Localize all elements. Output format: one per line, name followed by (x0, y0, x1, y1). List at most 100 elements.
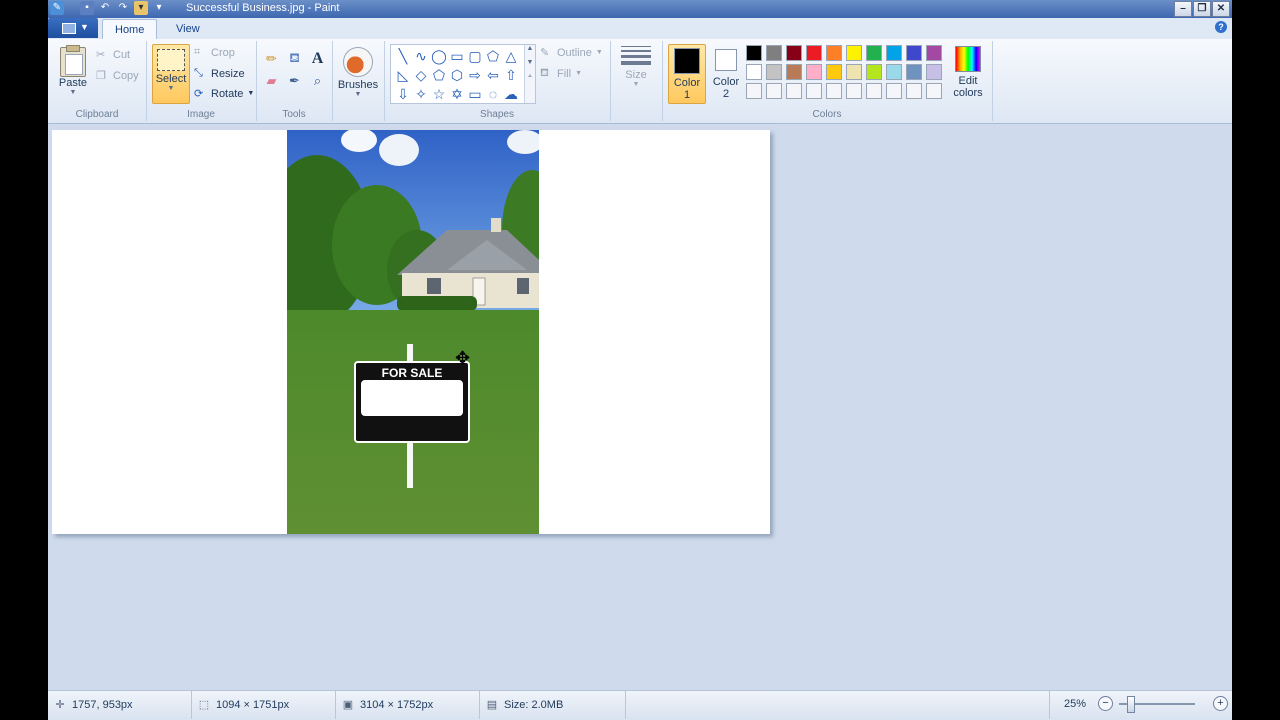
canvas-area[interactable]: FOR SALE ✥ (48, 124, 1232, 690)
zoom-slider[interactable] (1119, 695, 1195, 713)
palette-swatch[interactable] (766, 83, 782, 99)
drawing-canvas[interactable]: FOR SALE ✥ (52, 130, 770, 534)
rounded-rectangle-shape-icon[interactable]: ▢ (466, 47, 484, 65)
palette-swatch[interactable] (866, 83, 882, 99)
palette-swatch[interactable] (806, 64, 822, 80)
pencil-icon[interactable]: ✏ (262, 49, 281, 68)
five-point-star-shape-icon[interactable]: ☆ (430, 85, 448, 103)
up-arrow-shape-icon[interactable]: ⇧ (502, 66, 520, 84)
right-triangle-shape-icon[interactable]: ◺ (394, 66, 412, 84)
palette-swatch[interactable] (806, 45, 822, 61)
four-point-star-shape-icon[interactable]: ✧ (412, 85, 430, 103)
palette-swatch[interactable] (886, 64, 902, 80)
curve-shape-icon[interactable]: ∿ (412, 47, 430, 65)
diamond-shape-icon[interactable]: ◇ (412, 66, 430, 84)
palette-swatch[interactable] (926, 45, 942, 61)
palette-swatch[interactable] (906, 64, 922, 80)
oval-shape-icon[interactable]: ◯ (430, 47, 448, 65)
eraser-icon[interactable]: ▰ (262, 71, 281, 90)
zoom-slider-thumb[interactable] (1127, 695, 1135, 713)
select-button[interactable]: Select ▼ (152, 44, 190, 104)
cloud-callout-shape-icon[interactable]: ☁ (502, 85, 520, 103)
text-icon[interactable]: A (308, 49, 327, 68)
minimize-button[interactable]: – (1174, 1, 1192, 17)
palette-swatch[interactable] (786, 64, 802, 80)
palette-swatch[interactable] (866, 45, 882, 61)
palette-swatch[interactable] (806, 83, 822, 99)
brushes-label: Brushes (337, 79, 379, 91)
outline-button[interactable]: ✎ Outline ▼ (540, 46, 603, 60)
paste-button[interactable]: Paste ▼ (54, 44, 92, 96)
shapes-scroll[interactable]: ▲ ▼ ⩡ (524, 45, 535, 103)
zoom-in-button[interactable]: + (1213, 696, 1228, 711)
hexagon-shape-icon[interactable]: ⬡ (448, 66, 466, 84)
palette-swatch[interactable] (826, 45, 842, 61)
line-shape-icon[interactable]: ╲ (394, 47, 412, 65)
size-button[interactable]: Size ▼ (618, 44, 654, 88)
crop-button[interactable]: ⌗ Crop (194, 46, 235, 59)
palette-swatch[interactable] (766, 45, 782, 61)
palette-swatch[interactable] (826, 64, 842, 80)
cut-button[interactable]: ✂ Cut (96, 48, 130, 62)
palette-swatch[interactable] (826, 83, 842, 99)
palette-swatch[interactable] (786, 83, 802, 99)
cursor-position-text: 1757, 953px (72, 699, 133, 711)
polygon-shape-icon[interactable]: ⬠ (484, 47, 502, 65)
triangle-shape-icon[interactable]: △ (502, 47, 520, 65)
palette-swatch[interactable] (886, 45, 902, 61)
tab-home[interactable]: Home (102, 19, 158, 40)
palette-swatch[interactable] (886, 83, 902, 99)
image-size-text: 3104 × 1752px (360, 699, 434, 711)
palette-swatch[interactable] (786, 45, 802, 61)
six-point-star-shape-icon[interactable]: ✡ (448, 85, 466, 103)
crop-label: Crop (211, 46, 235, 59)
resize-label: Resize (211, 67, 245, 80)
down-arrow-shape-icon[interactable]: ⇩ (394, 85, 412, 103)
palette-swatch[interactable] (846, 83, 862, 99)
rotate-button[interactable]: ⟳ Rotate ▼ (194, 87, 254, 101)
redo-icon[interactable]: ↷ (116, 1, 130, 15)
tab-view[interactable]: View (164, 19, 212, 39)
palette-swatch[interactable] (926, 64, 942, 80)
edit-colors-button[interactable]: Edit colors (948, 44, 988, 99)
maximize-button[interactable]: ❐ (1193, 1, 1211, 17)
fill-bucket-icon[interactable]: ⛾ (285, 49, 304, 68)
palette-swatch[interactable] (906, 83, 922, 99)
palette-swatch[interactable] (746, 64, 762, 80)
palette-swatch[interactable] (746, 83, 762, 99)
shapes-group-label: Shapes (480, 109, 514, 120)
resize-button[interactable]: ⤡ Resize (194, 67, 245, 80)
save-icon[interactable]: ▪ (80, 1, 94, 15)
copy-button[interactable]: ❐ Copy (96, 69, 139, 83)
left-arrow-shape-icon[interactable]: ⇦ (484, 66, 502, 84)
oval-callout-shape-icon[interactable]: ◌ (484, 85, 502, 103)
zoom-out-button[interactable]: − (1098, 696, 1113, 711)
rotate-icon: ⟳ (194, 88, 204, 100)
customize-qat-icon[interactable]: ▾ (134, 1, 148, 15)
color-picker-icon[interactable]: ✒ (285, 71, 304, 90)
pentagon-shape-icon[interactable]: ⬠ (430, 66, 448, 84)
close-button[interactable]: ✕ (1212, 1, 1230, 17)
color1-button[interactable]: Color 1 (668, 44, 706, 104)
palette-swatch[interactable] (866, 64, 882, 80)
rectangle-shape-icon[interactable]: ▭ (448, 47, 466, 65)
magnifier-icon[interactable]: ⌕ (308, 71, 327, 90)
help-icon[interactable]: ? (1215, 21, 1227, 33)
copy-icon: ❐ (96, 70, 106, 82)
palette-swatch[interactable] (926, 83, 942, 99)
brushes-button[interactable]: Brushes ▼ (336, 44, 380, 98)
qat-dropdown-icon[interactable]: ▾ (152, 1, 166, 15)
chevron-down-icon: ▼ (595, 49, 603, 56)
color2-button[interactable]: Color 2 (708, 44, 744, 102)
palette-swatch[interactable] (746, 45, 762, 61)
palette-swatch[interactable] (766, 64, 782, 80)
palette-swatch[interactable] (846, 45, 862, 61)
palette-swatch[interactable] (906, 45, 922, 61)
paint-app-icon[interactable]: ✎ (50, 1, 64, 15)
undo-icon[interactable]: ↶ (98, 1, 112, 15)
fill-button[interactable]: ⛾ Fill ▼ (540, 67, 582, 80)
palette-swatch[interactable] (846, 64, 862, 80)
right-arrow-shape-icon[interactable]: ⇨ (466, 66, 484, 84)
paint-menu-button[interactable]: ▼ (48, 18, 98, 38)
callout-shape-icon[interactable]: ▭ (466, 85, 484, 103)
